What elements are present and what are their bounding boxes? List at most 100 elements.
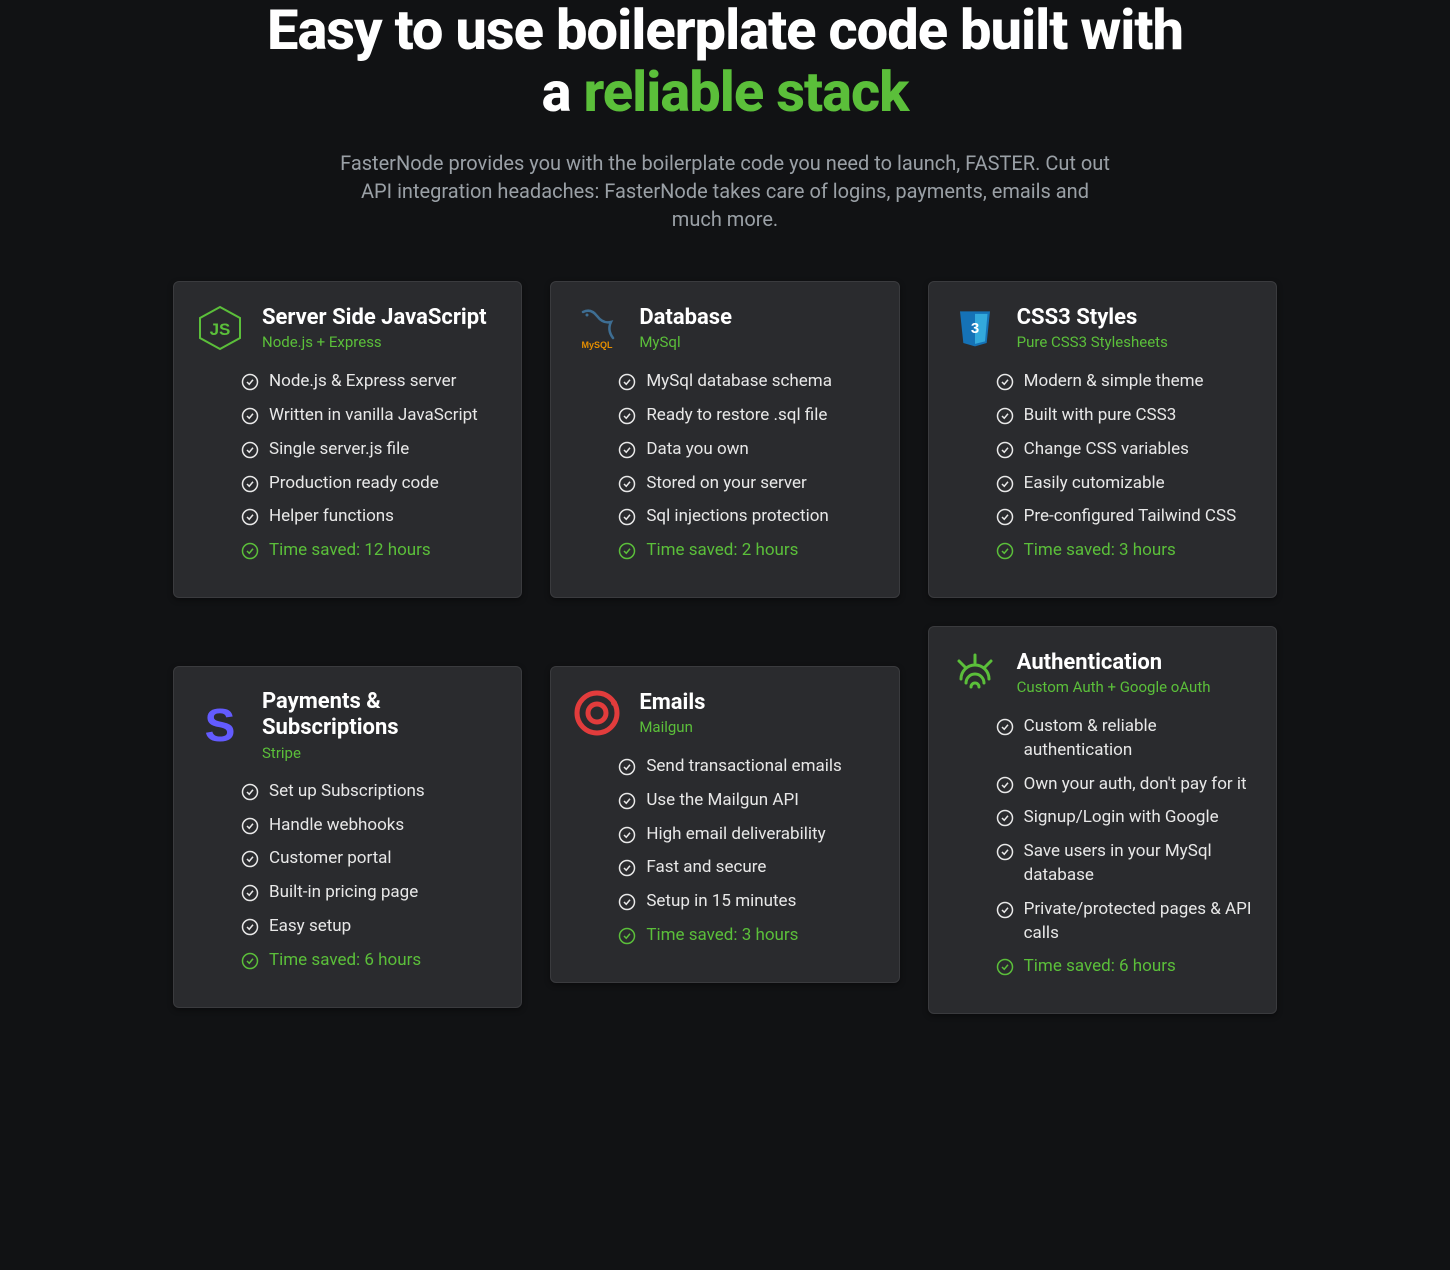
card-authentication: Authentication Custom Auth + Google oAut… [928,626,1277,1014]
check-circle-icon [618,927,636,945]
feature-grid: JS Server Side JavaScript Node.js + Expr… [145,281,1305,1014]
nodejs-icon: JS [196,304,244,352]
check-circle-icon [996,407,1014,425]
check-circle-icon [618,893,636,911]
check-circle-icon [618,826,636,844]
hero: Easy to use boilerplate code built with … [225,0,1225,233]
card-subtitle: MySql [639,333,732,351]
check-circle-icon [996,508,1014,526]
page-subtitle: FasterNode provides you with the boilerp… [335,149,1115,233]
check-circle-icon [241,783,259,801]
svg-text:3: 3 [970,320,978,337]
feature-list: Custom & reliable authentication Own you… [951,715,1254,979]
feature-list: Send transactional emails Use the Mailgu… [573,755,876,948]
check-circle-icon [996,958,1014,976]
list-item: Built with pure CSS3 [996,404,1254,428]
time-saved: Time saved: 3 hours [996,539,1254,563]
list-item: Helper functions [241,505,499,529]
check-circle-icon [996,542,1014,560]
list-item: Setup in 15 minutes [618,890,876,914]
list-item: High email deliverability [618,823,876,847]
time-saved: Time saved: 6 hours [241,949,499,973]
feature-list: Set up Subscriptions Handle webhooks Cus… [196,780,499,973]
list-item: Use the Mailgun API [618,789,876,813]
check-circle-icon [241,884,259,902]
check-circle-icon [996,776,1014,794]
card-emails: Emails Mailgun Send transactional emails… [550,666,899,983]
check-circle-icon [996,475,1014,493]
list-item: Fast and secure [618,856,876,880]
feature-list: Modern & simple theme Built with pure CS… [951,370,1254,563]
check-circle-icon [618,792,636,810]
check-circle-icon [241,508,259,526]
time-saved: Time saved: 12 hours [241,539,499,563]
check-circle-icon [618,373,636,391]
list-item: Ready to restore .sql file [618,404,876,428]
feature-list: MySql database schema Ready to restore .… [573,370,876,563]
card-database: MySQL Database MySql MySql database sche… [550,281,899,598]
card-subtitle: Custom Auth + Google oAuth [1017,678,1211,696]
check-circle-icon [996,843,1014,861]
list-item: Custom & reliable authentication [996,715,1254,763]
list-item: Sql injections protection [618,505,876,529]
list-item: Handle webhooks [241,814,499,838]
mysql-icon: MySQL [573,304,621,352]
card-subtitle: Pure CSS3 Stylesheets [1017,333,1168,351]
check-circle-icon [241,817,259,835]
list-item: Own your auth, don't pay for it [996,773,1254,797]
check-circle-icon [618,407,636,425]
check-circle-icon [241,441,259,459]
card-title: Server Side JavaScript [262,305,487,331]
css3-icon: 3 [951,304,999,352]
mailgun-icon [573,689,621,737]
card-title: Authentication [1017,650,1211,676]
stripe-icon: S [196,701,244,749]
card-title: Database [639,305,732,331]
list-item: MySql database schema [618,370,876,394]
list-item: Set up Subscriptions [241,780,499,804]
list-item: Built-in pricing page [241,881,499,905]
list-item: Save users in your MySql database [996,840,1254,888]
list-item: Data you own [618,438,876,462]
time-saved: Time saved: 6 hours [996,955,1254,979]
card-server-side-js: JS Server Side JavaScript Node.js + Expr… [173,281,522,598]
list-item: Signup/Login with Google [996,806,1254,830]
list-item: Easily cutomizable [996,472,1254,496]
list-item: Single server.js file [241,438,499,462]
check-circle-icon [618,859,636,877]
card-subtitle: Stripe [262,744,499,762]
svg-text:MySQL: MySQL [582,340,614,350]
card-payments: S Payments & Subscriptions Stripe Set up… [173,666,522,1008]
check-circle-icon [618,508,636,526]
check-circle-icon [241,407,259,425]
list-item: Change CSS variables [996,438,1254,462]
check-circle-icon [618,475,636,493]
check-circle-icon [618,758,636,776]
list-item: Pre-configured Tailwind CSS [996,505,1254,529]
card-title: Emails [639,690,705,716]
list-item: Modern & simple theme [996,370,1254,394]
list-item: Production ready code [241,472,499,496]
check-circle-icon [241,918,259,936]
check-circle-icon [241,475,259,493]
title-accent: reliable stack [583,59,908,125]
card-title: CSS3 Styles [1017,305,1168,331]
check-circle-icon [241,850,259,868]
check-circle-icon [241,542,259,560]
list-item: Private/protected pages & API calls [996,898,1254,946]
list-item: Stored on your server [618,472,876,496]
list-item: Easy setup [241,915,499,939]
card-subtitle: Mailgun [639,718,705,736]
list-item: Node.js & Express server [241,370,499,394]
time-saved: Time saved: 3 hours [618,924,876,948]
check-circle-icon [241,952,259,970]
card-css3: 3 CSS3 Styles Pure CSS3 Stylesheets Mode… [928,281,1277,598]
list-item: Written in vanilla JavaScript [241,404,499,428]
svg-text:JS: JS [210,320,231,339]
check-circle-icon [996,373,1014,391]
page-title: Easy to use boilerplate code built with … [265,0,1185,123]
check-circle-icon [996,809,1014,827]
check-circle-icon [996,441,1014,459]
fingerprint-icon [951,649,999,697]
card-title: Payments & Subscriptions [262,689,499,742]
